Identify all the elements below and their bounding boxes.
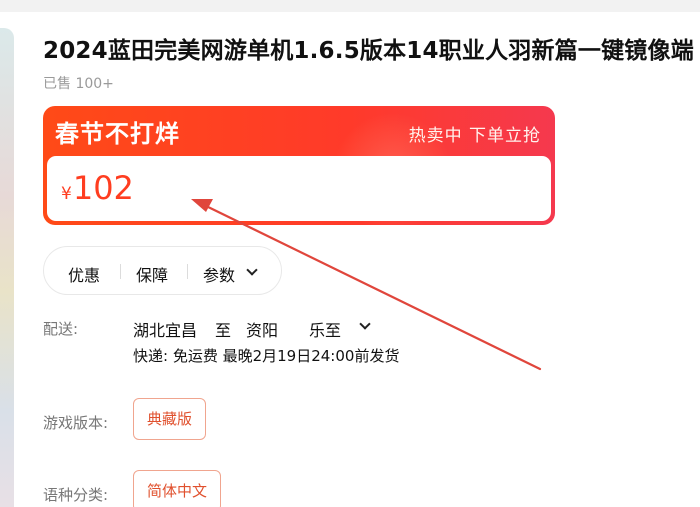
tab-params[interactable]: 参数 [203, 262, 235, 286]
tab-guarantee[interactable]: 保障 [136, 262, 168, 286]
product-image-edge[interactable] [0, 28, 14, 507]
option-label-language: 语种分类: [43, 486, 109, 504]
price-box: ¥102 [47, 156, 551, 221]
sold-count: 已售 100+ [43, 76, 114, 92]
price: ¥102 [61, 169, 134, 207]
shipping-district[interactable]: 乐至 [309, 317, 341, 341]
chevron-down-icon[interactable] [246, 264, 258, 276]
shipping-origin[interactable]: 湖北宜昌 [133, 317, 197, 341]
shipping-label: 配送: [43, 320, 79, 338]
product-title: 2024蓝田完美网游单机1.6.5版本14职业人羽新篇一键镜像端 [43, 38, 694, 64]
currency-symbol: ¥ [61, 184, 72, 204]
chevron-down-icon[interactable] [359, 318, 371, 330]
shipping-detail: 快递: 免运费 最晚2月19日24:00前发货 [133, 347, 400, 365]
info-tabs: 优惠 保障 参数 [43, 246, 282, 295]
shipping-to: 至 [215, 321, 232, 340]
shipping-destination[interactable]: 资阳 [246, 317, 278, 341]
option-version-edition[interactable]: 典藏版 [133, 398, 207, 440]
divider [187, 264, 188, 279]
price-value: 102 [72, 169, 134, 207]
promo-tagline: 热卖中 下单立抢 [408, 126, 541, 146]
option-language-chinese[interactable]: 简体中文 [133, 470, 222, 507]
divider [120, 264, 121, 279]
tab-discount[interactable]: 优惠 [68, 262, 100, 286]
option-label-version: 游戏版本: [43, 414, 109, 432]
promo-banner: 春节不打烊 热卖中 下单立抢 ¥102 [43, 106, 555, 225]
promo-title: 春节不打烊 [55, 120, 180, 148]
top-strip [0, 0, 700, 12]
